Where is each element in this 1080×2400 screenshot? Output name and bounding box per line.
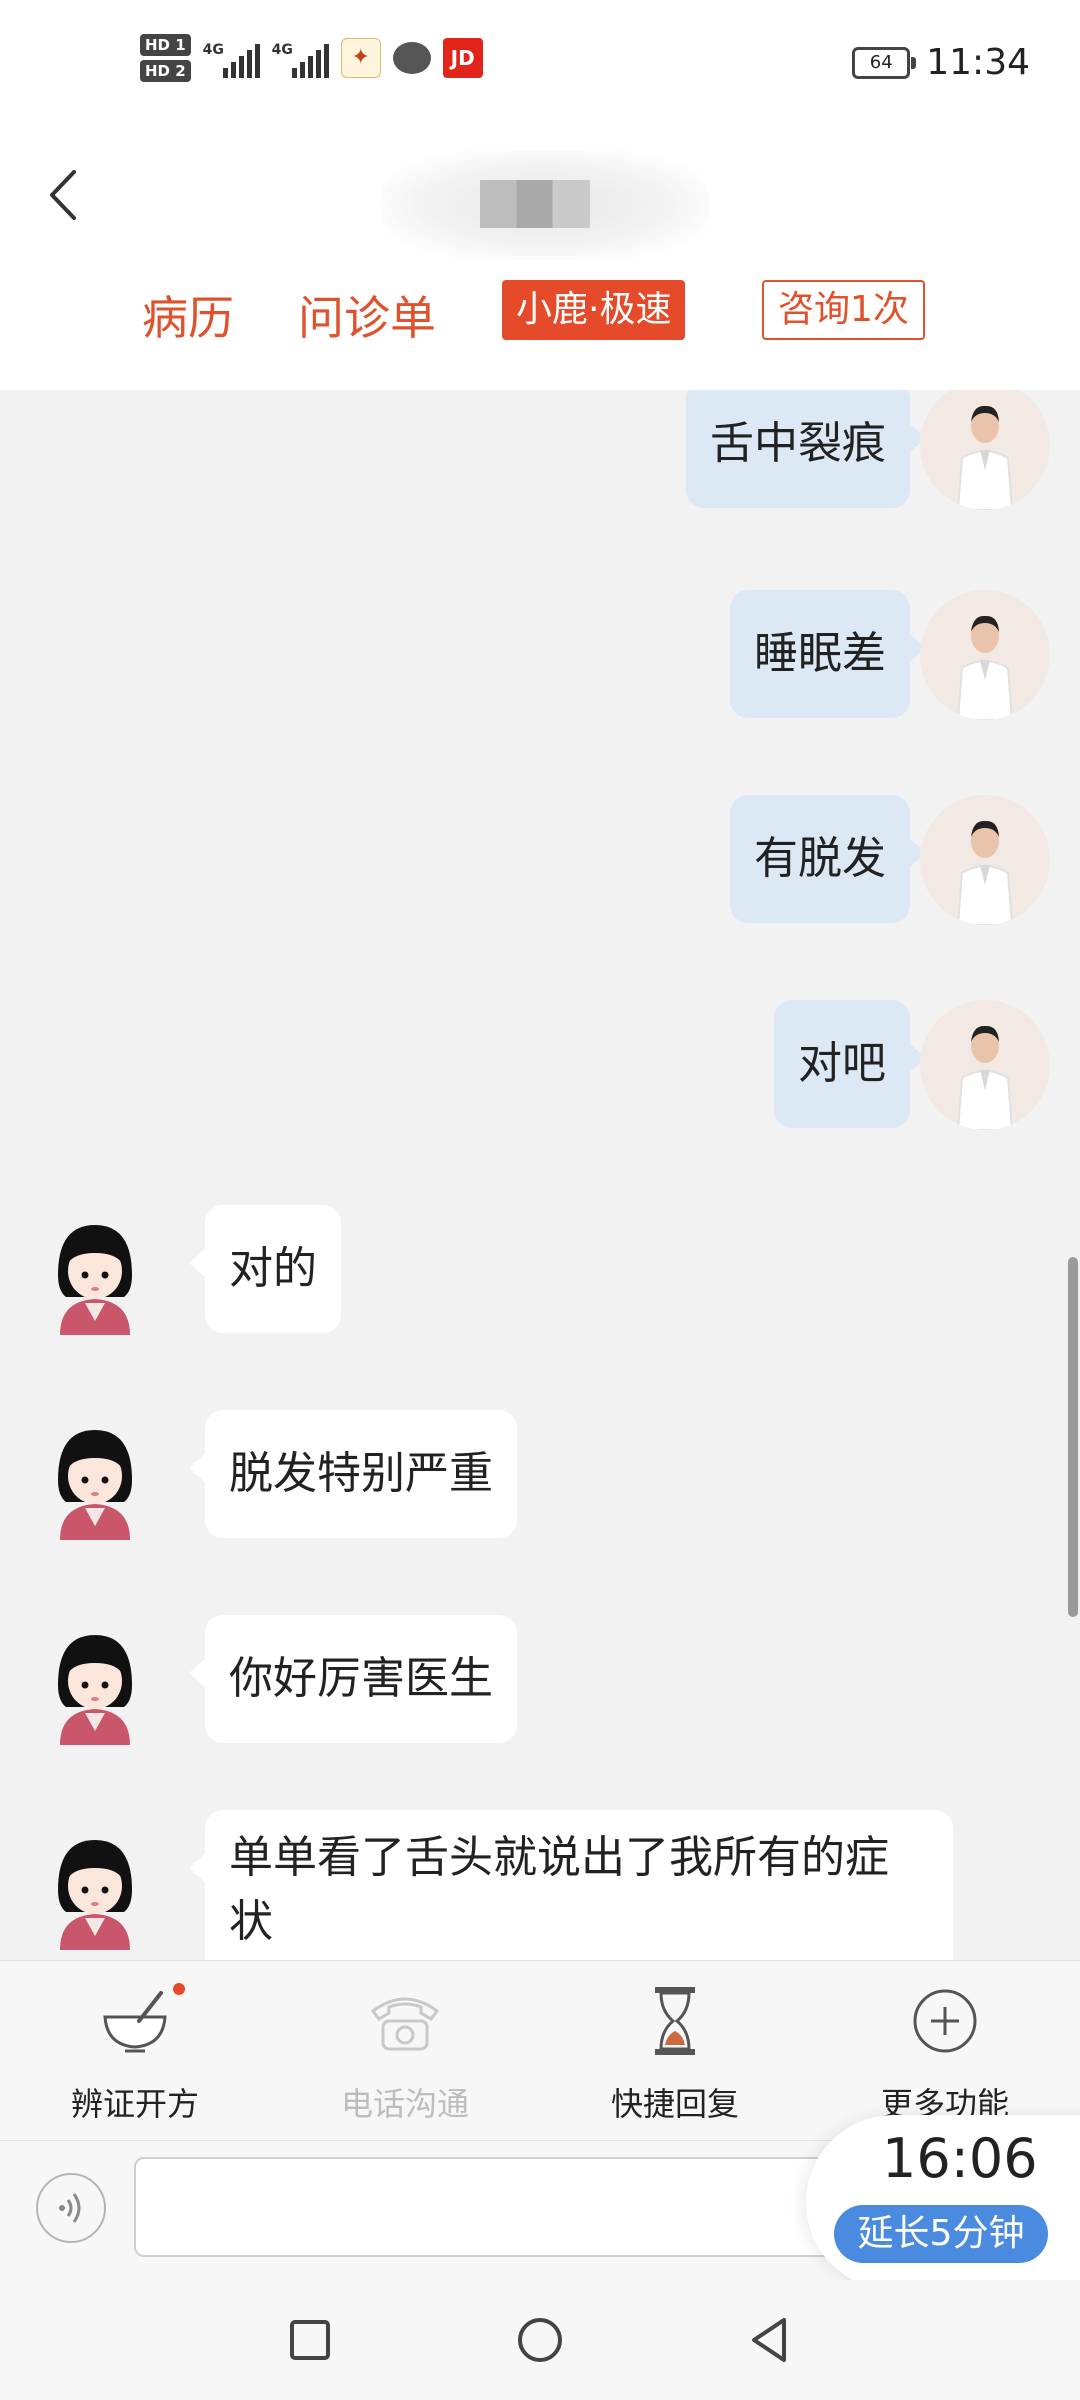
message-bubble-outgoing[interactable]: 对吧: [774, 1000, 926, 1128]
doctor-photo-icon: [920, 1000, 1050, 1130]
chat-bubble-icon: [392, 42, 431, 74]
system-nav-bar: [0, 2280, 1080, 2400]
plus-circle-icon: [913, 1989, 977, 2053]
timer-remaining: 16:06: [882, 2127, 1038, 2190]
sim1-label: HD 1: [140, 34, 191, 56]
doctor-avatar[interactable]: [920, 590, 1050, 720]
prescribe-label: 辨证开方: [70, 2085, 199, 2123]
patient-avatar[interactable]: [30, 1615, 160, 1745]
nav-back-button[interactable]: [740, 2310, 800, 2370]
chat-header: 病历 问诊单 小鹿·极速 咨询1次: [0, 130, 1080, 390]
phone-call-label: 电话沟通: [340, 2085, 469, 2123]
status-left: HD 1 HD 2 4G 4G ✦ JD: [140, 34, 483, 82]
back-button[interactable]: [40, 164, 86, 226]
voice-input-button[interactable]: [36, 2173, 106, 2243]
patient-avatar-icon: [58, 1225, 132, 1335]
extend-time-button[interactable]: 延长5分钟: [834, 2205, 1048, 2263]
message-row-outgoing: 舌中裂痕: [0, 390, 1080, 520]
patient-avatar[interactable]: [30, 1820, 160, 1950]
quick-reply-button[interactable]: 快捷回复: [540, 1981, 810, 2131]
message-row-outgoing: 有脱发: [0, 795, 1080, 935]
page-title-redacted: [380, 150, 710, 260]
status-bar: HD 1 HD 2 4G 4G ✦ JD 64 11:34: [0, 0, 1080, 130]
message-bubble-incoming[interactable]: 对的: [189, 1205, 341, 1333]
net1-label: 4G: [202, 42, 224, 58]
action-bar: 辨证开方 电话沟通 快捷回复 更多功能: [0, 1960, 1080, 2141]
battery-icon: 64: [852, 46, 917, 79]
patient-avatar-icon: [58, 1635, 132, 1745]
recent-apps-button[interactable]: [280, 2310, 340, 2370]
patient-avatar-icon: [58, 1840, 132, 1950]
home-button[interactable]: [510, 2310, 570, 2370]
patient-avatar-icon: [58, 1430, 132, 1540]
tab-medical-record[interactable]: 病历: [142, 282, 234, 348]
chat-scrollbar[interactable]: [1068, 1257, 1078, 1617]
hourglass-icon: [655, 1987, 695, 2055]
message-bubble-incoming[interactable]: 单单看了舌头就说出了我所有的症状: [189, 1810, 953, 1960]
signal-icon: 4G: [203, 38, 260, 78]
more-functions-button[interactable]: 更多功能: [810, 1981, 1080, 2131]
doctor-avatar[interactable]: [920, 390, 1050, 510]
message-row-incoming: 对的: [0, 1205, 1080, 1345]
doctor-avatar[interactable]: [920, 1000, 1050, 1130]
message-input[interactable]: [134, 2157, 894, 2257]
status-right: 64 11:34: [852, 42, 1030, 83]
header-tabs: 病历 问诊单 小鹿·极速 咨询1次: [0, 276, 1080, 346]
page-title: [480, 180, 590, 228]
prescribe-button[interactable]: 辨证开方: [0, 1981, 270, 2131]
doctor-photo-icon: [920, 590, 1050, 720]
net2-label: 4G: [271, 42, 293, 58]
signal-icon: 4G: [272, 38, 329, 78]
message-bubble-outgoing[interactable]: 舌中裂痕: [686, 390, 926, 508]
fast-consult-tag: 小鹿·极速: [502, 280, 686, 340]
notification-dot: [173, 1983, 185, 1995]
voice-wave-icon: [59, 2193, 81, 2223]
message-row-outgoing: 对吧: [0, 1000, 1080, 1140]
deer-app-icon: ✦: [340, 38, 381, 78]
message-row-incoming: 单单看了舌头就说出了我所有的症状: [0, 1810, 1080, 1960]
doctor-avatar[interactable]: [920, 795, 1050, 925]
message-bubble-outgoing[interactable]: 有脱发: [730, 795, 926, 923]
doctor-photo-icon: [920, 390, 1050, 510]
consult-timer: 16:06 延长5分钟: [806, 2115, 1080, 2290]
consult-count-badge: 咨询1次: [762, 280, 925, 340]
message-bubble-incoming[interactable]: 你好厉害医生: [189, 1615, 517, 1743]
jd-app-icon: JD: [442, 38, 483, 78]
patient-avatar[interactable]: [30, 1205, 160, 1335]
message-row-outgoing: 睡眠差: [0, 590, 1080, 730]
message-row-incoming: 你好厉害医生: [0, 1615, 1080, 1755]
message-list[interactable]: 舌中裂痕 睡眠差 有脱发 对吧 对的 脱发特别严重 你好厉害医生 单单看了舌头就…: [0, 390, 1080, 1960]
chevron-left-icon: [50, 170, 76, 220]
tab-consult-form[interactable]: 问诊单: [298, 282, 436, 348]
message-row-incoming: 脱发特别严重: [0, 1410, 1080, 1550]
quick-reply-label: 快捷回复: [610, 2085, 739, 2123]
sim-indicators: HD 1 HD 2: [140, 34, 191, 82]
message-bubble-incoming[interactable]: 脱发特别严重: [189, 1410, 517, 1538]
phone-call-button[interactable]: 电话沟通: [270, 1981, 540, 2131]
patient-avatar[interactable]: [30, 1410, 160, 1540]
doctor-photo-icon: [920, 795, 1050, 925]
telephone-icon: [370, 1997, 440, 2051]
status-time: 11:34: [926, 42, 1030, 83]
mortar-pestle-icon: [103, 1991, 167, 2053]
sim2-label: HD 2: [140, 60, 191, 82]
message-bubble-outgoing[interactable]: 睡眠差: [730, 590, 926, 718]
